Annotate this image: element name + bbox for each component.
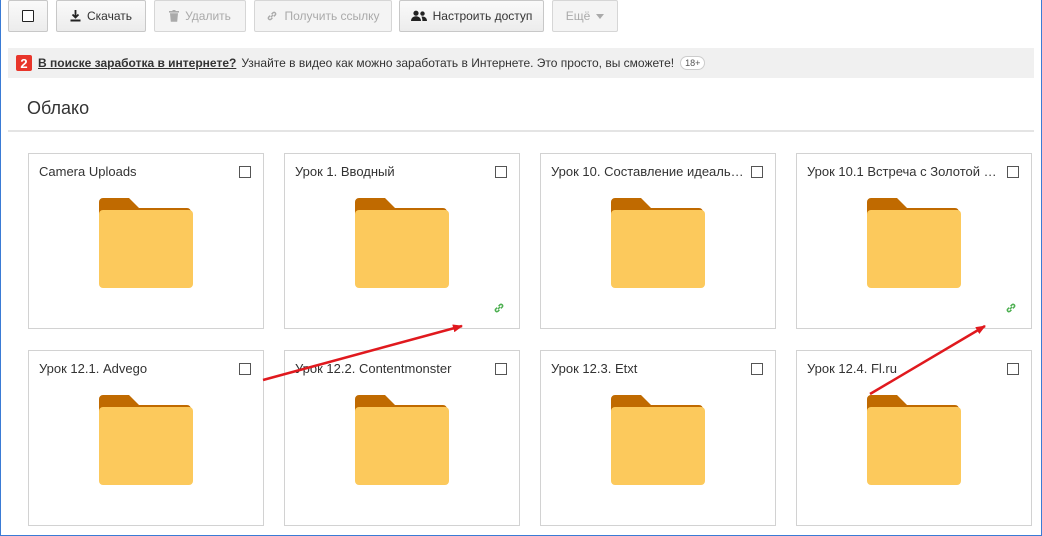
ad-badge: 2 <box>16 55 32 71</box>
caret-down-icon <box>596 13 605 19</box>
folder-card[interactable]: Урок 12.1. Advego <box>28 350 264 526</box>
more-button[interactable]: Ещё <box>552 0 618 32</box>
folder-icon <box>611 198 705 288</box>
folder-card[interactable]: Урок 12.2. Contentmonster <box>284 350 520 526</box>
folder-checkbox[interactable] <box>495 363 507 375</box>
download-label: Скачать <box>87 9 132 23</box>
folder-card[interactable]: Урок 10. Составление идеального заголовк… <box>540 153 776 329</box>
checkbox-icon <box>22 10 34 22</box>
folder-checkbox[interactable] <box>239 363 251 375</box>
folder-icon <box>867 198 961 288</box>
folder-name: Урок 12.2. Contentmonster <box>295 361 452 376</box>
folder-icon <box>611 395 705 485</box>
folder-icon <box>867 395 961 485</box>
share-settings-label: Настроить доступ <box>432 9 533 23</box>
folder-checkbox[interactable] <box>1007 166 1019 178</box>
age-rating-badge: 18+ <box>680 56 706 70</box>
folder-card[interactable]: Урок 12.4. Fl.ru <box>796 350 1032 526</box>
ad-banner: 2 В поиске заработка в интернете? Узнайт… <box>8 48 1034 78</box>
folder-name: Camera Uploads <box>39 164 137 179</box>
get-link-label: Получить ссылку <box>284 9 380 23</box>
trash-icon <box>169 10 180 22</box>
more-label: Ещё <box>565 9 591 23</box>
page-header: Облако <box>8 84 1034 132</box>
get-link-button[interactable]: Получить ссылку <box>254 0 392 32</box>
folder-name: Урок 12.4. Fl.ru <box>807 361 897 376</box>
folder-card[interactable]: Урок 10.1 Встреча с Золотой рыбкой <box>796 153 1032 329</box>
folder-name: Урок 10. Составление идеального заголовк… <box>551 164 747 179</box>
users-icon <box>410 10 427 21</box>
folder-icon <box>355 198 449 288</box>
folder-name: Урок 10.1 Встреча с Золотой рыбкой <box>807 164 1003 179</box>
download-button[interactable]: Скачать <box>56 0 146 32</box>
folder-checkbox[interactable] <box>751 166 763 178</box>
download-icon <box>70 10 81 22</box>
delete-label: Удалить <box>185 9 231 23</box>
folder-card[interactable]: Урок 1. Вводный <box>284 153 520 329</box>
shared-link-icon[interactable] <box>493 302 505 314</box>
folder-checkbox[interactable] <box>495 166 507 178</box>
page-title: Облако <box>27 98 90 118</box>
delete-button[interactable]: Удалить <box>154 0 246 32</box>
folder-icon <box>99 198 193 288</box>
folder-checkbox[interactable] <box>751 363 763 375</box>
folder-checkbox[interactable] <box>1007 363 1019 375</box>
folder-name: Урок 12.1. Advego <box>39 361 148 376</box>
folder-icon <box>355 395 449 485</box>
folder-card[interactable]: Camera Uploads <box>28 153 264 329</box>
link-icon <box>268 11 277 21</box>
select-all-checkbox[interactable] <box>8 0 48 32</box>
folder-card[interactable]: Урок 12.3. Etxt <box>540 350 776 526</box>
folder-name: Урок 12.3. Etxt <box>551 361 638 376</box>
shared-link-icon[interactable] <box>1005 302 1017 314</box>
ad-text: Узнайте в видео как можно заработать в И… <box>241 56 675 70</box>
ad-link[interactable]: В поиске заработка в интернете? <box>38 56 236 70</box>
folder-icon <box>99 395 193 485</box>
folder-checkbox[interactable] <box>239 166 251 178</box>
share-settings-button[interactable]: Настроить доступ <box>399 0 544 32</box>
folder-name: Урок 1. Вводный <box>295 164 395 179</box>
